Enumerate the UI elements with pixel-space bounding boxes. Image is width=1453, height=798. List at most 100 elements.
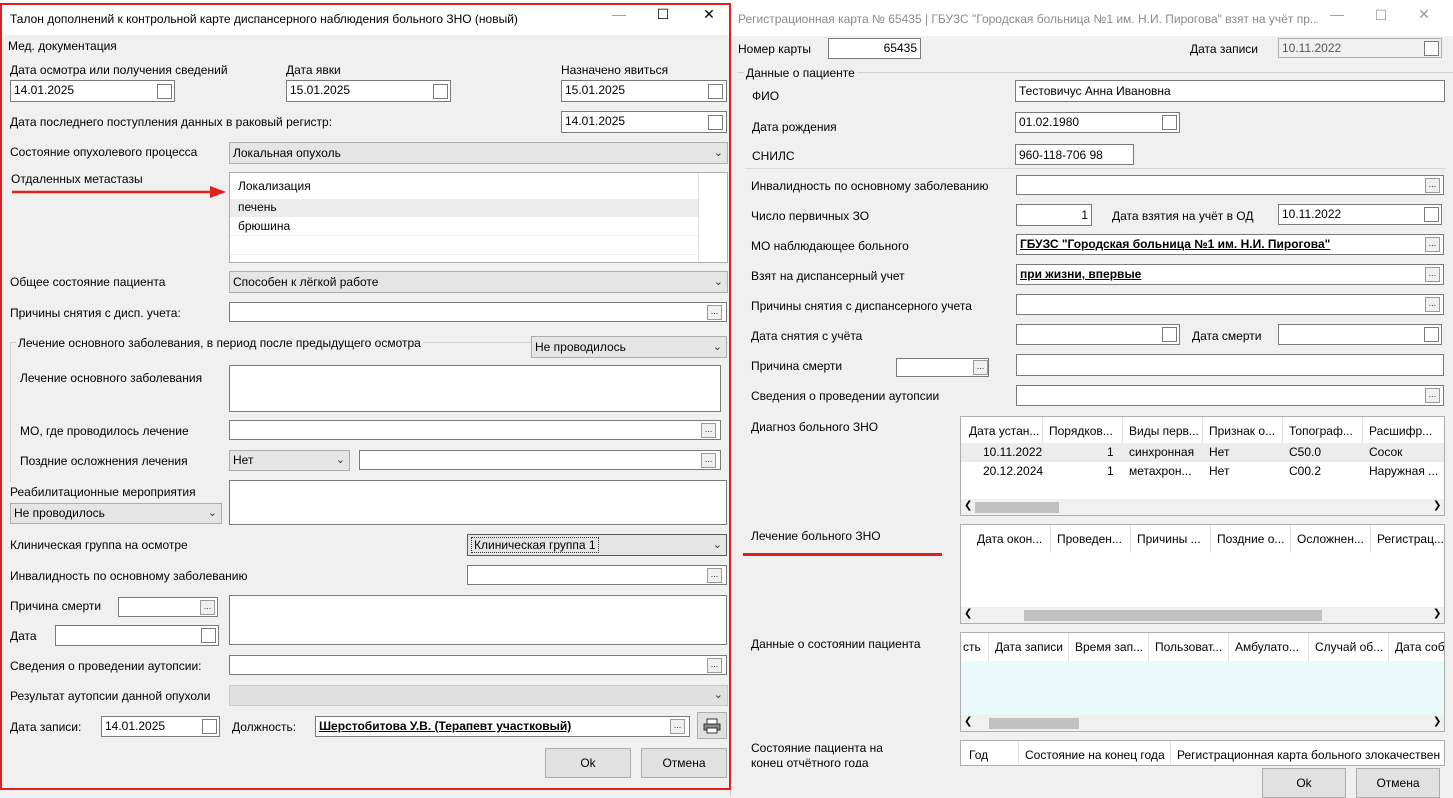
treatment-header[interactable]: Осложнен... <box>1291 525 1371 553</box>
autopsy-lookup-icon[interactable]: ... <box>707 658 722 673</box>
year-header[interactable]: Год <box>963 741 1019 765</box>
treatment-header[interactable]: Дата окон... <box>971 525 1051 553</box>
rehab-textarea[interactable] <box>229 480 727 525</box>
scroll-left-icon[interactable]: ❮ <box>964 608 972 619</box>
card-disability-field[interactable] <box>1016 175 1444 195</box>
death-date-field[interactable] <box>1278 324 1442 345</box>
card-minimize-icon[interactable]: — <box>1322 6 1352 22</box>
scroll-right-icon[interactable]: ❯ <box>1433 608 1441 619</box>
tumor-state-select[interactable]: Локальная опухоль ⌄ <box>229 142 728 164</box>
late-complications-lookup-icon[interactable]: ... <box>701 453 716 468</box>
clinical-group-select[interactable]: Клиническая группа 1 ⌄ <box>467 534 727 556</box>
scroll-right-icon[interactable]: ❯ <box>1433 500 1441 511</box>
death-date-field[interactable] <box>55 625 219 646</box>
exam-date-field[interactable]: 14.01.2025 <box>10 80 175 102</box>
mo-lookup-icon[interactable]: ... <box>1425 237 1440 252</box>
year-state-grid[interactable]: Год Состояние на конец года Регистрацион… <box>960 740 1445 766</box>
card-death-reason-lookup-icon[interactable]: ... <box>973 360 988 375</box>
treatment-grid[interactable]: Дата окон... Проведен... Причины ... Поз… <box>960 524 1445 624</box>
metastases-list[interactable]: Локализация печень брюшина <box>229 172 728 263</box>
state-header[interactable]: Пользоват... <box>1149 633 1229 661</box>
disability-lookup-icon[interactable]: ... <box>707 568 722 583</box>
state-header[interactable]: сть <box>961 633 989 661</box>
primary-zo-field[interactable]: 1 <box>1016 204 1092 226</box>
state-scroll-thumb[interactable] <box>989 718 1079 729</box>
diagnosis-header[interactable]: Признак о... <box>1203 417 1283 445</box>
removal-date-field[interactable] <box>1016 324 1180 345</box>
treatment-header[interactable]: Причины ... <box>1131 525 1211 553</box>
card-removal-field[interactable] <box>1016 294 1444 315</box>
state-header[interactable]: Случай об... <box>1309 633 1389 661</box>
visit-date-picker-icon[interactable] <box>433 84 448 99</box>
scheduled-date-field[interactable]: 15.01.2025 <box>561 80 727 102</box>
mo-field[interactable]: ГБУЗС "Городская больница №1 им. Н.И. Пи… <box>1016 234 1444 255</box>
state-hscroll[interactable]: ❮ ❯ <box>961 715 1444 731</box>
talon-minimize-icon[interactable]: — <box>604 6 634 22</box>
card-death-reason-field[interactable] <box>1016 354 1444 376</box>
fio-field[interactable]: Тестовичус Анна Ивановна <box>1015 80 1445 102</box>
death-date-picker-icon[interactable] <box>1424 327 1439 342</box>
card-maximize-icon[interactable]: ☐ <box>1366 7 1396 24</box>
dob-picker-icon[interactable] <box>1162 115 1177 130</box>
visit-date-field[interactable]: 15.01.2025 <box>286 80 451 102</box>
list-item[interactable]: печень <box>232 198 283 217</box>
talon-close-icon[interactable]: ✕ <box>694 6 724 23</box>
late-complications-detail-field[interactable] <box>359 450 721 470</box>
diagnosis-header[interactable]: Топограф... <box>1283 417 1363 445</box>
od-date-picker-icon[interactable] <box>1424 207 1439 222</box>
diagnosis-scroll-thumb[interactable] <box>975 502 1059 513</box>
disability-field[interactable] <box>467 565 727 585</box>
autopsy-field[interactable] <box>229 655 727 675</box>
card-ok-button[interactable]: Ok <box>1262 768 1346 798</box>
state-header[interactable]: Дата соб <box>1389 633 1444 661</box>
removal-reasons-field[interactable] <box>229 302 727 322</box>
card-cancel-button[interactable]: Отмена <box>1356 768 1440 798</box>
treatment-textarea[interactable] <box>229 365 721 412</box>
rehab-select[interactable]: Не проводилось ⌄ <box>10 503 222 524</box>
dob-field[interactable]: 01.02.1980 <box>1015 112 1180 133</box>
removal-date-picker-icon[interactable] <box>1162 327 1177 342</box>
ok-button[interactable]: Ok <box>545 748 631 778</box>
scheduled-date-picker-icon[interactable] <box>708 84 723 99</box>
list-item[interactable]: брюшина <box>232 217 296 236</box>
diagnosis-header[interactable]: Расшифр... <box>1363 417 1444 445</box>
card-removal-lookup-icon[interactable]: ... <box>1425 297 1440 312</box>
diagnosis-header[interactable]: Виды перв... <box>1123 417 1203 445</box>
scroll-left-icon[interactable]: ❮ <box>964 500 972 511</box>
position-lookup-icon[interactable]: ... <box>670 719 685 734</box>
death-reason-textarea[interactable] <box>229 595 727 645</box>
taken-lookup-icon[interactable]: ... <box>1425 267 1440 282</box>
diagnosis-hscroll[interactable]: ❮ ❯ <box>961 499 1444 515</box>
state-grid[interactable]: сть Дата записи Время зап... Пользоват..… <box>960 632 1445 732</box>
scroll-left-icon[interactable]: ❮ <box>964 716 972 727</box>
talon-maximize-icon[interactable]: ☐ <box>648 6 678 23</box>
treatment-header[interactable]: Проведен... <box>1051 525 1131 553</box>
card-close-icon[interactable]: ✕ <box>1409 6 1439 23</box>
last-registry-date-field[interactable]: 14.01.2025 <box>561 111 727 133</box>
late-complications-select[interactable]: Нет ⌄ <box>229 450 350 471</box>
state-header[interactable]: Время зап... <box>1069 633 1149 661</box>
state-header[interactable]: Дата записи <box>989 633 1069 661</box>
snils-field[interactable]: 960-118-706 98 <box>1015 144 1134 165</box>
removal-reasons-lookup-icon[interactable]: ... <box>707 305 722 320</box>
od-date-field[interactable]: 10.11.2022 <box>1278 204 1442 225</box>
cancel-button[interactable]: Отмена <box>641 748 727 778</box>
treatment-header[interactable]: Регистрац... <box>1371 525 1444 553</box>
treatment-header[interactable]: Поздние о... <box>1211 525 1291 553</box>
diagnosis-header[interactable]: Дата устан... <box>963 417 1043 445</box>
taken-field[interactable]: при жизни, впервые <box>1016 264 1444 285</box>
exam-date-picker-icon[interactable] <box>157 84 172 99</box>
print-button[interactable] <box>697 712 727 739</box>
card-disability-lookup-icon[interactable]: ... <box>1425 178 1440 193</box>
year-header[interactable]: Состояние на конец года <box>1019 741 1171 765</box>
treatment-mo-lookup-icon[interactable]: ... <box>701 423 716 438</box>
card-no-field[interactable]: 65435 <box>828 38 921 59</box>
metastases-row-selected[interactable] <box>230 199 698 217</box>
treatment-scroll-thumb[interactable] <box>1024 610 1322 621</box>
general-state-select[interactable]: Способен к лёгкой работе ⌄ <box>229 271 728 293</box>
treatment-hscroll[interactable]: ❮ ❯ <box>961 607 1444 623</box>
treatment-group-select[interactable]: Не проводилось ⌄ <box>531 336 727 358</box>
diagnosis-header[interactable]: Порядков... <box>1043 417 1123 445</box>
diagnosis-grid[interactable]: Дата устан... Порядков... Виды перв... П… <box>960 416 1445 516</box>
death-reason-lookup-icon[interactable]: ... <box>200 600 215 615</box>
